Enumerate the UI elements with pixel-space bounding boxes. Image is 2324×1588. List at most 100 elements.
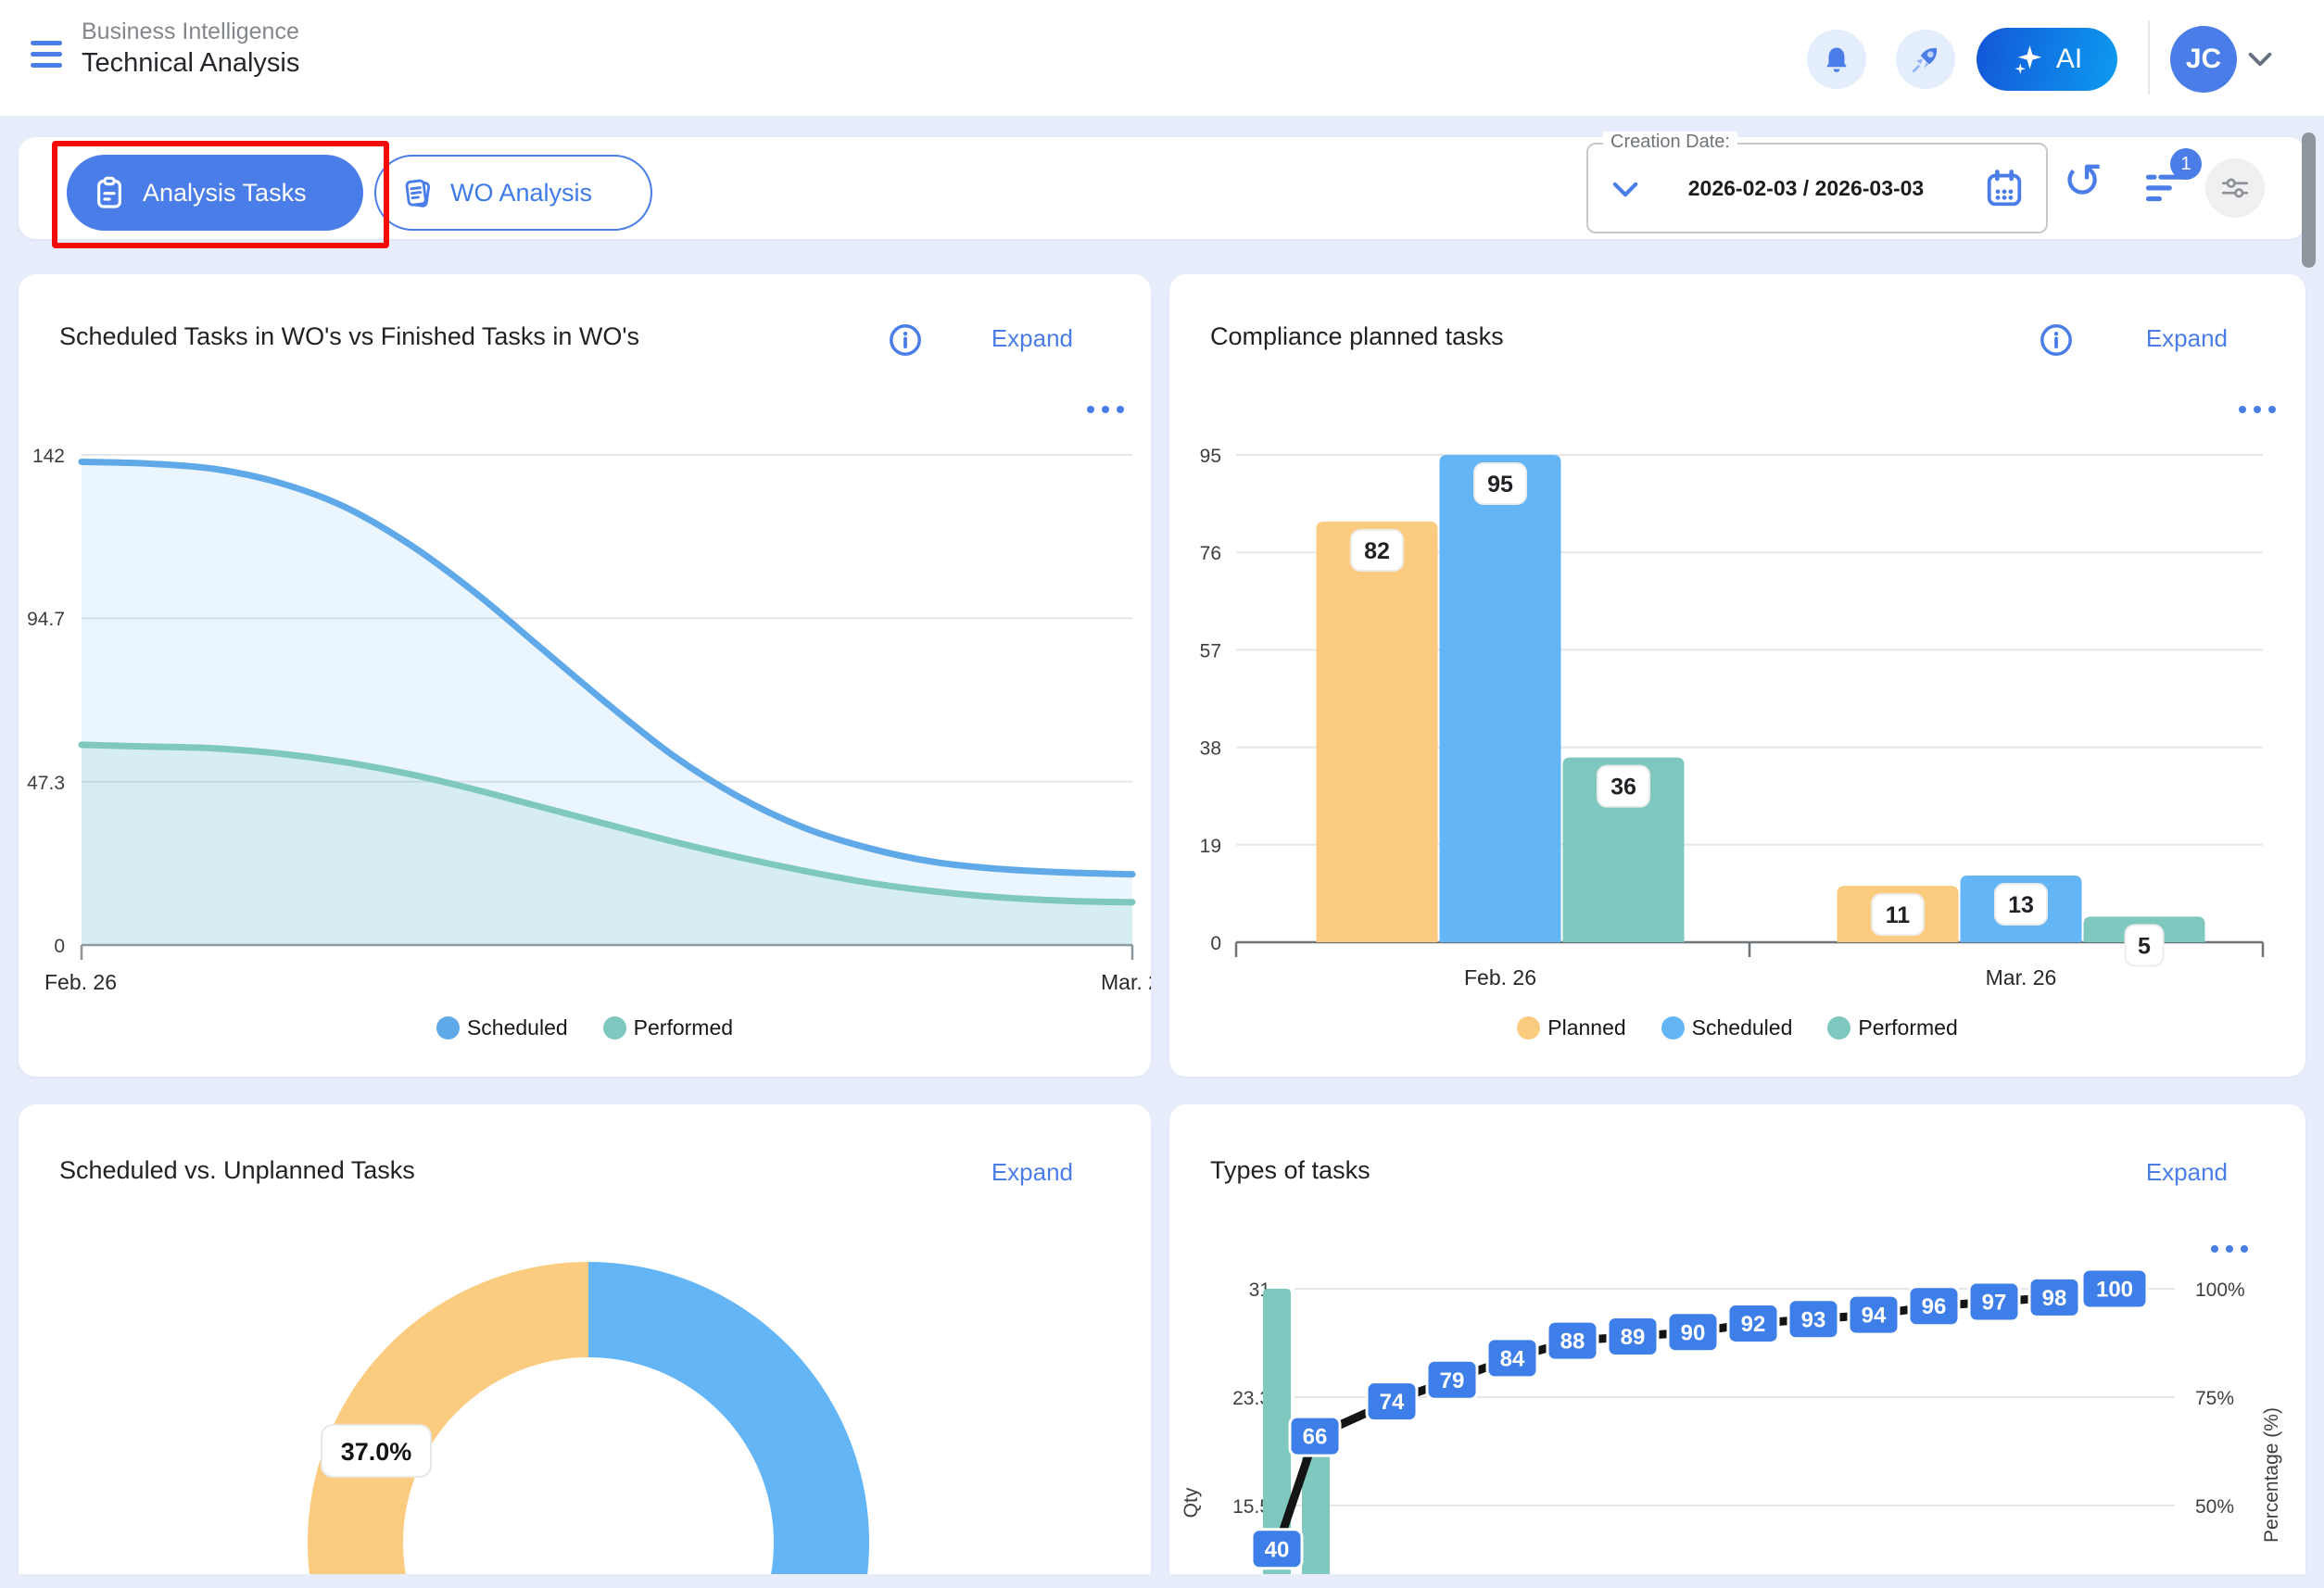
chart-legend: Scheduled Performed xyxy=(19,1015,1151,1040)
bar-scheduled-feb-26[interactable] xyxy=(1440,455,1561,942)
ai-button-label: AI xyxy=(2056,44,2082,75)
value-badge-label: 94 xyxy=(1862,1304,1887,1329)
legend-label: Performed xyxy=(1858,1015,1957,1040)
creation-date-field[interactable]: Creation Date: 2026-02-03 / 2026-03-03 xyxy=(1586,143,2048,233)
legend-label: Scheduled xyxy=(1692,1015,1793,1040)
launch-button[interactable] xyxy=(1896,30,1955,89)
legend-item-scheduled[interactable]: Scheduled xyxy=(1661,1015,1793,1040)
value-badge-label: 84 xyxy=(1500,1346,1525,1371)
y-tick-label: 57 xyxy=(1200,640,1221,662)
value-badge-label: 93 xyxy=(1801,1307,1826,1332)
legend-item-planned[interactable]: Planned xyxy=(1517,1015,1625,1040)
wo-documents-icon xyxy=(398,174,436,211)
clipboard-icon xyxy=(91,174,128,211)
value-badge-label: 82 xyxy=(1364,538,1390,564)
ai-assistant-button[interactable]: AI xyxy=(1977,28,2117,91)
reset-button[interactable]: ↺ xyxy=(2063,158,2103,206)
chevron-down-icon[interactable] xyxy=(2248,52,2272,67)
x-category-label: Feb. 26 xyxy=(1464,965,1536,989)
value-badge-label: 95 xyxy=(1487,472,1513,498)
pareto-chart: 31100%23.375%15.550%QtyPercentage (%)406… xyxy=(1169,1104,2305,1588)
app-header: Business Intelligence Technical Analysis xyxy=(0,0,2324,116)
legend-dot xyxy=(603,1016,626,1040)
toolbar: Analysis Tasks WO Analysis Creation Date… xyxy=(19,137,2305,239)
value-badge-label: 88 xyxy=(1560,1330,1585,1355)
panel-types-of-tasks: Types of tasks Expand 31100%23.375%15.55… xyxy=(1169,1104,2305,1588)
date-chevron-icon[interactable] xyxy=(1612,182,1638,197)
x-tick-label: Feb. 26 xyxy=(44,970,117,994)
legend-dot xyxy=(1827,1016,1850,1040)
legend-item-scheduled[interactable]: Scheduled xyxy=(436,1015,568,1040)
legend-dot xyxy=(436,1016,460,1040)
donut-chart: 37.0% xyxy=(19,1104,1151,1588)
value-badge-label: 5 xyxy=(2138,933,2151,959)
filter-button[interactable]: 1 xyxy=(2142,163,2191,211)
y-tick-label-right: 75% xyxy=(2195,1388,2234,1409)
bar-planned-feb-26[interactable] xyxy=(1317,522,1438,942)
value-badge-label: 96 xyxy=(1922,1294,1947,1319)
y-tick-label: 38 xyxy=(1200,738,1221,760)
y-tick-label-right: 50% xyxy=(2195,1496,2234,1518)
bell-icon xyxy=(1821,44,1852,75)
value-badge-label: 37.0% xyxy=(341,1438,412,1466)
page-title: Technical Analysis xyxy=(82,48,299,79)
date-range-value: 2026-02-03 / 2026-03-03 xyxy=(1653,145,1959,232)
sliders-icon xyxy=(2217,170,2253,206)
y-tick-label: 0 xyxy=(1210,933,1221,954)
chart-legend: Planned Scheduled Performed xyxy=(1169,1015,2305,1040)
panel-compliance-planned-tasks: Compliance planned tasks Expand 01938577… xyxy=(1169,274,2305,1077)
legend-dot xyxy=(1661,1016,1685,1040)
value-badge-label: 40 xyxy=(1265,1537,1290,1562)
y-tick-label: 0 xyxy=(54,936,65,957)
refresh-icon: ↺ xyxy=(2063,155,2103,208)
value-badge-label: 74 xyxy=(1380,1390,1405,1415)
sparkle-icon xyxy=(2012,43,2045,76)
value-badge-label: 89 xyxy=(1621,1325,1646,1350)
y-tick-label: 19 xyxy=(1200,836,1221,857)
calendar-icon[interactable] xyxy=(1983,167,2026,209)
y-tick-label: 142 xyxy=(32,446,65,467)
dashboard-page: Business Intelligence Technical Analysis xyxy=(0,0,2324,1588)
x-tick-label: Mar. 26 xyxy=(1101,970,1151,994)
value-badge-label: 97 xyxy=(1982,1291,2007,1316)
bar-chart: 0 19 38 57 76 95 Feb. 26 Mar. 26 82 95 36 11 13 5 xyxy=(1169,274,2305,1077)
value-badge-label: 11 xyxy=(1886,902,1911,928)
rocket-icon xyxy=(1909,43,1942,76)
horizontal-scrollbar-track[interactable] xyxy=(0,1574,2324,1588)
avatar[interactable]: JC xyxy=(2170,26,2237,93)
y-tick-label: 76 xyxy=(1200,543,1221,564)
value-badge-label: 98 xyxy=(2042,1286,2067,1311)
tab-analysis-tasks[interactable]: Analysis Tasks xyxy=(67,155,363,231)
x-category-label: Mar. 26 xyxy=(1986,965,2057,989)
value-badge-label: 92 xyxy=(1741,1312,1766,1337)
bar-chart-svg: 0 19 38 57 76 95 Feb. 26 Mar. 26 82 95 36 11 13 5 xyxy=(1169,274,2305,1077)
value-badge-label: 36 xyxy=(1610,775,1636,800)
notifications-button[interactable] xyxy=(1807,30,1866,89)
tab-wo-analysis-label: WO Analysis xyxy=(450,179,592,208)
area-chart: 0 47.3 94.7 142 Feb. 26 Mar. 26 xyxy=(19,274,1151,1077)
y-axis-title-right: Percentage (%) xyxy=(2261,1407,2282,1543)
y-axis-title-left: Qty xyxy=(1181,1487,1202,1518)
tab-analysis-tasks-label: Analysis Tasks xyxy=(143,179,307,208)
donut-chart-svg: 37.0% xyxy=(19,1104,1151,1588)
settings-button[interactable] xyxy=(2205,158,2265,218)
legend-label: Performed xyxy=(634,1015,733,1040)
legend-label: Scheduled xyxy=(467,1015,568,1040)
value-badge-label: 90 xyxy=(1681,1320,1706,1345)
legend-item-performed[interactable]: Performed xyxy=(603,1015,733,1040)
y-tick-label: 47.3 xyxy=(27,773,65,794)
y-tick-label: 94.7 xyxy=(27,609,65,630)
vertical-scrollbar-thumb[interactable] xyxy=(2302,132,2316,268)
value-badge-label: 13 xyxy=(2008,892,2034,918)
legend-item-performed[interactable]: Performed xyxy=(1827,1015,1957,1040)
y-tick-label: 95 xyxy=(1200,446,1221,467)
tab-wo-analysis[interactable]: WO Analysis xyxy=(374,155,652,231)
legend-dot xyxy=(1517,1016,1540,1040)
area-chart-svg: 0 47.3 94.7 142 Feb. 26 Mar. 26 xyxy=(19,274,1151,1077)
pareto-chart-svg: 31100%23.375%15.550%QtyPercentage (%)406… xyxy=(1169,1104,2305,1588)
panel-scheduled-vs-finished: Scheduled Tasks in WO's vs Finished Task… xyxy=(19,274,1151,1077)
value-badge-label: 100 xyxy=(2096,1278,2133,1303)
value-badge-label: 66 xyxy=(1303,1425,1328,1450)
legend-label: Planned xyxy=(1547,1015,1625,1040)
menu-icon[interactable] xyxy=(31,41,62,70)
